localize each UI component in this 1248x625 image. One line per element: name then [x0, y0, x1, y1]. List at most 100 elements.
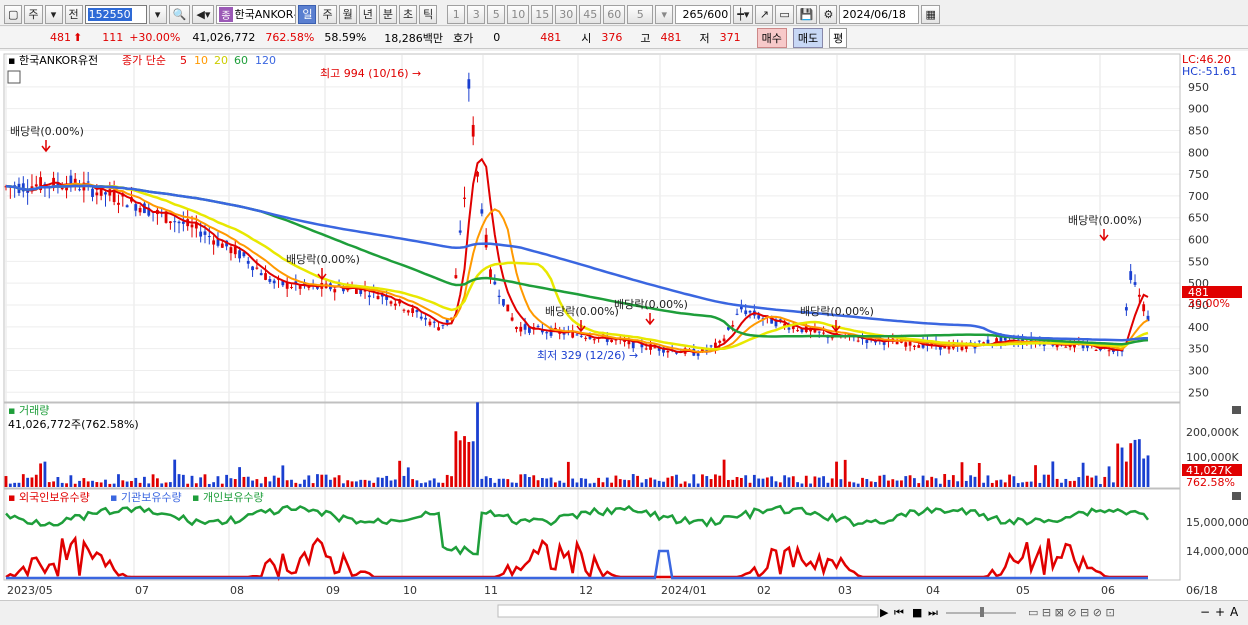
candle-body — [744, 310, 748, 315]
volume-bar — [1047, 474, 1050, 487]
volume-bar — [878, 475, 882, 487]
volume-bar — [225, 474, 229, 487]
volume-bar — [835, 461, 838, 487]
period-week-button[interactable]: 주 — [318, 4, 337, 24]
volume-bar — [675, 474, 678, 487]
volume-bar — [104, 479, 107, 487]
period-second-button[interactable]: 초 — [398, 4, 418, 24]
candle-body — [251, 266, 254, 271]
stock-name-field[interactable]: 종한국ANKOR유 — [216, 4, 297, 24]
period-minute-button[interactable]: 분 — [378, 4, 397, 24]
volume-ratio: 762.58% — [265, 31, 315, 44]
scroll-track[interactable] — [497, 604, 879, 618]
forward-icon[interactable]: ⏭ — [928, 606, 938, 619]
speaker-icon[interactable]: ◀▾ — [192, 4, 215, 24]
buy-button[interactable]: 매수 — [756, 27, 787, 48]
volume-bar — [264, 476, 267, 487]
interval-5-button[interactable]: 5 — [487, 4, 506, 24]
tool-icons[interactable]: ▭ ⊟ ⊠ ⊘ ⊟ ⊘ ⊡ — [1028, 606, 1115, 619]
rewind-icon[interactable]: ⏮ — [894, 606, 904, 619]
stock-chart[interactable]: 9509008508007507006506005505004504003503… — [0, 51, 1248, 600]
volume-bar — [549, 477, 553, 487]
volume-bar — [1073, 480, 1076, 487]
volume-bar — [515, 482, 518, 487]
volume-bar — [705, 476, 709, 487]
interval-1-button[interactable]: 1 — [447, 4, 466, 24]
interval-dropdown-icon[interactable]: ▾ — [655, 4, 674, 24]
period-tick-button[interactable]: 틱 — [419, 4, 438, 24]
candle-body — [104, 192, 107, 195]
volume-bar — [463, 436, 466, 487]
screen-icon[interactable]: ▭ — [775, 4, 794, 24]
period-day-button[interactable]: 일 — [298, 4, 317, 24]
avg-button[interactable]: 평 — [829, 27, 848, 48]
search-icon[interactable]: 🔍 — [168, 4, 191, 24]
volume-bar — [303, 479, 306, 487]
volume-bar — [471, 441, 475, 487]
x-tick-label: 11 — [484, 584, 498, 597]
volume-bar — [809, 483, 812, 487]
holdings-close-icon[interactable] — [1232, 492, 1241, 500]
period-year-button[interactable]: 년 — [358, 4, 377, 24]
interval-input[interactable]: 5 — [627, 4, 654, 24]
candle-body — [290, 286, 293, 288]
volume-bar — [848, 481, 851, 487]
interval-45-button[interactable]: 45 — [579, 4, 602, 24]
volume-bar — [1029, 481, 1033, 487]
draw-tool-icon[interactable]: ↗ — [755, 4, 774, 24]
interval-3-button[interactable]: 3 — [467, 4, 486, 24]
window-icon[interactable]: ▢ — [4, 4, 23, 24]
zoom-in-icon[interactable]: + — [1215, 605, 1225, 619]
candle-body — [471, 124, 475, 137]
volume-bar — [285, 480, 289, 487]
volume-pct-tag: 762.58% — [1186, 476, 1235, 489]
volume-bar — [925, 480, 929, 487]
volume-bar — [653, 479, 657, 487]
scroll-right-icon[interactable]: ▶ — [880, 606, 889, 619]
bar-count-field[interactable]: 265/600 — [675, 4, 732, 24]
prev-button[interactable]: 전 — [64, 4, 83, 24]
volume-bar — [164, 482, 168, 487]
volume-bar — [376, 477, 380, 487]
dividend-annotation: 배당락(0.00%) — [286, 253, 360, 266]
zoom-slider-handle[interactable] — [980, 607, 984, 617]
candle-body — [666, 350, 670, 353]
period-dropdown-icon[interactable]: ▾ — [44, 4, 63, 24]
settings-gear-icon[interactable]: ⚙ — [819, 4, 838, 24]
font-size-icon[interactable]: A — [1230, 605, 1239, 619]
volume-bar — [424, 482, 427, 487]
date-field[interactable]: 2024/06/18 — [839, 4, 920, 24]
interval-30-button[interactable]: 30 — [555, 4, 578, 24]
period-month-button[interactable]: 월 — [338, 4, 357, 24]
table-toggle-icon[interactable] — [7, 70, 21, 84]
volume-bar — [108, 483, 112, 487]
candle-body — [796, 330, 800, 332]
price-tick-label: 850 — [1188, 124, 1209, 137]
candle-type-icon[interactable]: ┿▾ — [733, 4, 754, 24]
save-icon[interactable]: 💾 — [795, 4, 818, 24]
volume-bar — [1042, 474, 1046, 487]
zoom-out-icon[interactable]: − — [1200, 605, 1210, 619]
calendar-icon[interactable]: ▦ — [921, 4, 940, 24]
holdings-tick-label: 15,000,000 — [1186, 516, 1248, 529]
volume-bar — [882, 474, 886, 487]
volume-bar — [432, 478, 436, 487]
volume-bar — [990, 482, 994, 487]
candle-body — [510, 317, 514, 321]
volume-bar — [930, 476, 934, 487]
volume-bar — [977, 463, 981, 487]
interval-60-button[interactable]: 60 — [603, 4, 626, 24]
sell-button[interactable]: 매도 — [792, 27, 824, 48]
candle-body — [463, 197, 466, 199]
stock-code-input[interactable]: 152550 — [84, 4, 147, 24]
period-select[interactable]: 주 — [24, 4, 43, 24]
volume-bar — [995, 480, 998, 487]
interval-10-button[interactable]: 10 — [507, 4, 530, 24]
code-dropdown-icon[interactable]: ▾ — [148, 4, 167, 24]
high-label: 고 — [640, 31, 651, 45]
volume-close-icon[interactable] — [1232, 406, 1241, 414]
volume-bar — [817, 477, 821, 487]
price-tick-label: 650 — [1188, 212, 1209, 225]
stop-icon[interactable]: ■ — [912, 606, 922, 619]
interval-15-button[interactable]: 15 — [531, 4, 554, 24]
